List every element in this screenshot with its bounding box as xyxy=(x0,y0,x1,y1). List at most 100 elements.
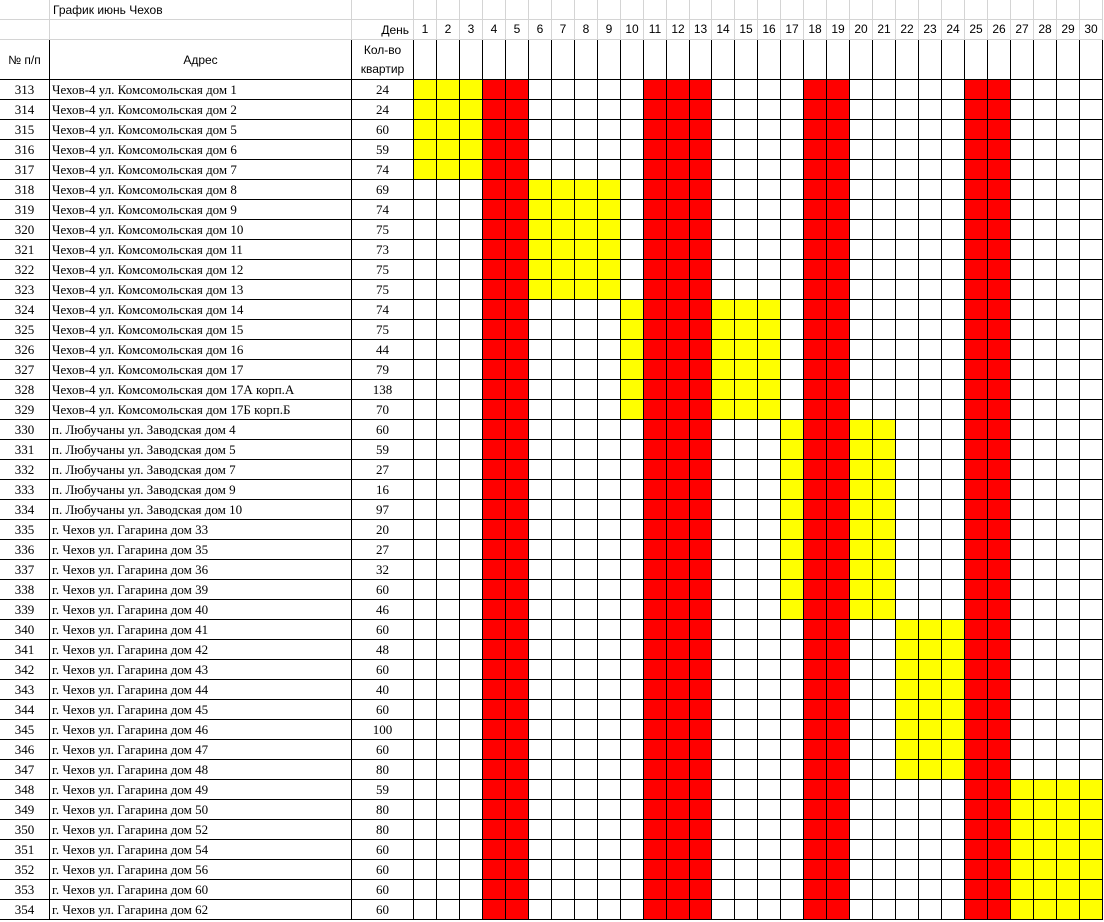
day-cell[interactable] xyxy=(437,240,460,260)
day-off-cell[interactable] xyxy=(644,180,667,200)
scheduled-day-cell[interactable] xyxy=(781,540,804,560)
day-cell[interactable] xyxy=(575,100,598,120)
day-cell[interactable] xyxy=(1011,700,1034,720)
day-cell[interactable] xyxy=(712,820,735,840)
day-off-cell[interactable] xyxy=(483,600,506,620)
day-cell[interactable] xyxy=(437,380,460,400)
row-number[interactable]: 331 xyxy=(0,440,50,460)
day-cell[interactable] xyxy=(1011,280,1034,300)
row1-day-cell[interactable] xyxy=(1034,0,1057,20)
row-apartment-count[interactable]: 59 xyxy=(352,440,414,460)
day-cell[interactable] xyxy=(1011,640,1034,660)
day-cell[interactable] xyxy=(758,500,781,520)
day-cell[interactable] xyxy=(552,520,575,540)
day-cell[interactable] xyxy=(712,620,735,640)
row2-col-a[interactable] xyxy=(0,20,50,40)
num-column-header[interactable]: № п/п xyxy=(0,40,50,80)
scheduled-day-cell[interactable] xyxy=(437,140,460,160)
scheduled-day-cell[interactable] xyxy=(873,600,896,620)
day-cell[interactable] xyxy=(873,300,896,320)
day-cell[interactable] xyxy=(621,100,644,120)
day-cell[interactable] xyxy=(575,320,598,340)
day-cell[interactable] xyxy=(460,700,483,720)
row-number[interactable]: 326 xyxy=(0,340,50,360)
day-cell[interactable] xyxy=(1057,520,1080,540)
day-cell[interactable] xyxy=(1011,200,1034,220)
day-off-cell[interactable] xyxy=(804,480,827,500)
day-off-cell[interactable] xyxy=(827,400,850,420)
day-cell[interactable] xyxy=(1011,720,1034,740)
day-cell[interactable] xyxy=(896,80,919,100)
day-off-cell[interactable] xyxy=(965,600,988,620)
day-cell[interactable] xyxy=(781,240,804,260)
scheduled-day-cell[interactable] xyxy=(460,80,483,100)
scheduled-day-cell[interactable] xyxy=(781,500,804,520)
day-cell[interactable] xyxy=(781,220,804,240)
day-cell[interactable] xyxy=(873,160,896,180)
day-off-cell[interactable] xyxy=(506,460,529,480)
day-cell[interactable] xyxy=(1080,340,1103,360)
day-cell[interactable] xyxy=(552,380,575,400)
day-off-cell[interactable] xyxy=(965,360,988,380)
day-subheader-cell[interactable] xyxy=(827,40,850,80)
row1-day-cell[interactable] xyxy=(414,0,437,20)
day-cell[interactable] xyxy=(1080,760,1103,780)
day-cell[interactable] xyxy=(873,100,896,120)
day-cell[interactable] xyxy=(1011,620,1034,640)
day-off-cell[interactable] xyxy=(827,560,850,580)
day-cell[interactable] xyxy=(942,100,965,120)
row-number[interactable]: 336 xyxy=(0,540,50,560)
day-off-cell[interactable] xyxy=(804,500,827,520)
day-off-cell[interactable] xyxy=(988,240,1011,260)
row-address[interactable]: г. Чехов ул. Гагарина дом 60 xyxy=(50,880,352,900)
day-off-cell[interactable] xyxy=(804,100,827,120)
day-off-cell[interactable] xyxy=(804,300,827,320)
day-off-cell[interactable] xyxy=(965,680,988,700)
day-cell[interactable] xyxy=(414,480,437,500)
day-cell[interactable] xyxy=(1011,80,1034,100)
day-cell[interactable] xyxy=(1080,560,1103,580)
day-cell[interactable] xyxy=(552,600,575,620)
day-off-cell[interactable] xyxy=(988,700,1011,720)
day-number-header[interactable]: 22 xyxy=(896,20,919,40)
day-off-cell[interactable] xyxy=(690,300,712,320)
day-off-cell[interactable] xyxy=(667,540,690,560)
day-off-cell[interactable] xyxy=(827,160,850,180)
day-cell[interactable] xyxy=(1034,440,1057,460)
day-off-cell[interactable] xyxy=(804,600,827,620)
day-cell[interactable] xyxy=(460,420,483,440)
day-off-cell[interactable] xyxy=(965,140,988,160)
row-apartment-count[interactable]: 60 xyxy=(352,900,414,920)
day-cell[interactable] xyxy=(735,820,758,840)
scheduled-day-cell[interactable] xyxy=(758,320,781,340)
day-off-cell[interactable] xyxy=(483,120,506,140)
day-cell[interactable] xyxy=(1057,200,1080,220)
day-cell[interactable] xyxy=(873,760,896,780)
day-off-cell[interactable] xyxy=(667,580,690,600)
day-cell[interactable] xyxy=(781,740,804,760)
day-cell[interactable] xyxy=(1080,640,1103,660)
day-cell[interactable] xyxy=(621,840,644,860)
day-off-cell[interactable] xyxy=(827,760,850,780)
scheduled-day-cell[interactable] xyxy=(712,340,735,360)
day-cell[interactable] xyxy=(1080,420,1103,440)
row-apartment-count[interactable]: 80 xyxy=(352,760,414,780)
day-cell[interactable] xyxy=(414,380,437,400)
day-cell[interactable] xyxy=(873,800,896,820)
day-cell[interactable] xyxy=(942,520,965,540)
scheduled-day-cell[interactable] xyxy=(712,320,735,340)
day-off-cell[interactable] xyxy=(690,780,712,800)
day-cell[interactable] xyxy=(1034,660,1057,680)
day-cell[interactable] xyxy=(621,580,644,600)
day-subheader-cell[interactable] xyxy=(735,40,758,80)
day-number-header[interactable]: 21 xyxy=(873,20,896,40)
day-cell[interactable] xyxy=(621,160,644,180)
day-cell[interactable] xyxy=(552,400,575,420)
row-apartment-count[interactable]: 60 xyxy=(352,740,414,760)
scheduled-day-cell[interactable] xyxy=(529,180,552,200)
day-off-cell[interactable] xyxy=(667,280,690,300)
scheduled-day-cell[interactable] xyxy=(919,640,942,660)
day-off-cell[interactable] xyxy=(667,520,690,540)
day-cell[interactable] xyxy=(1011,120,1034,140)
day-cell[interactable] xyxy=(414,820,437,840)
